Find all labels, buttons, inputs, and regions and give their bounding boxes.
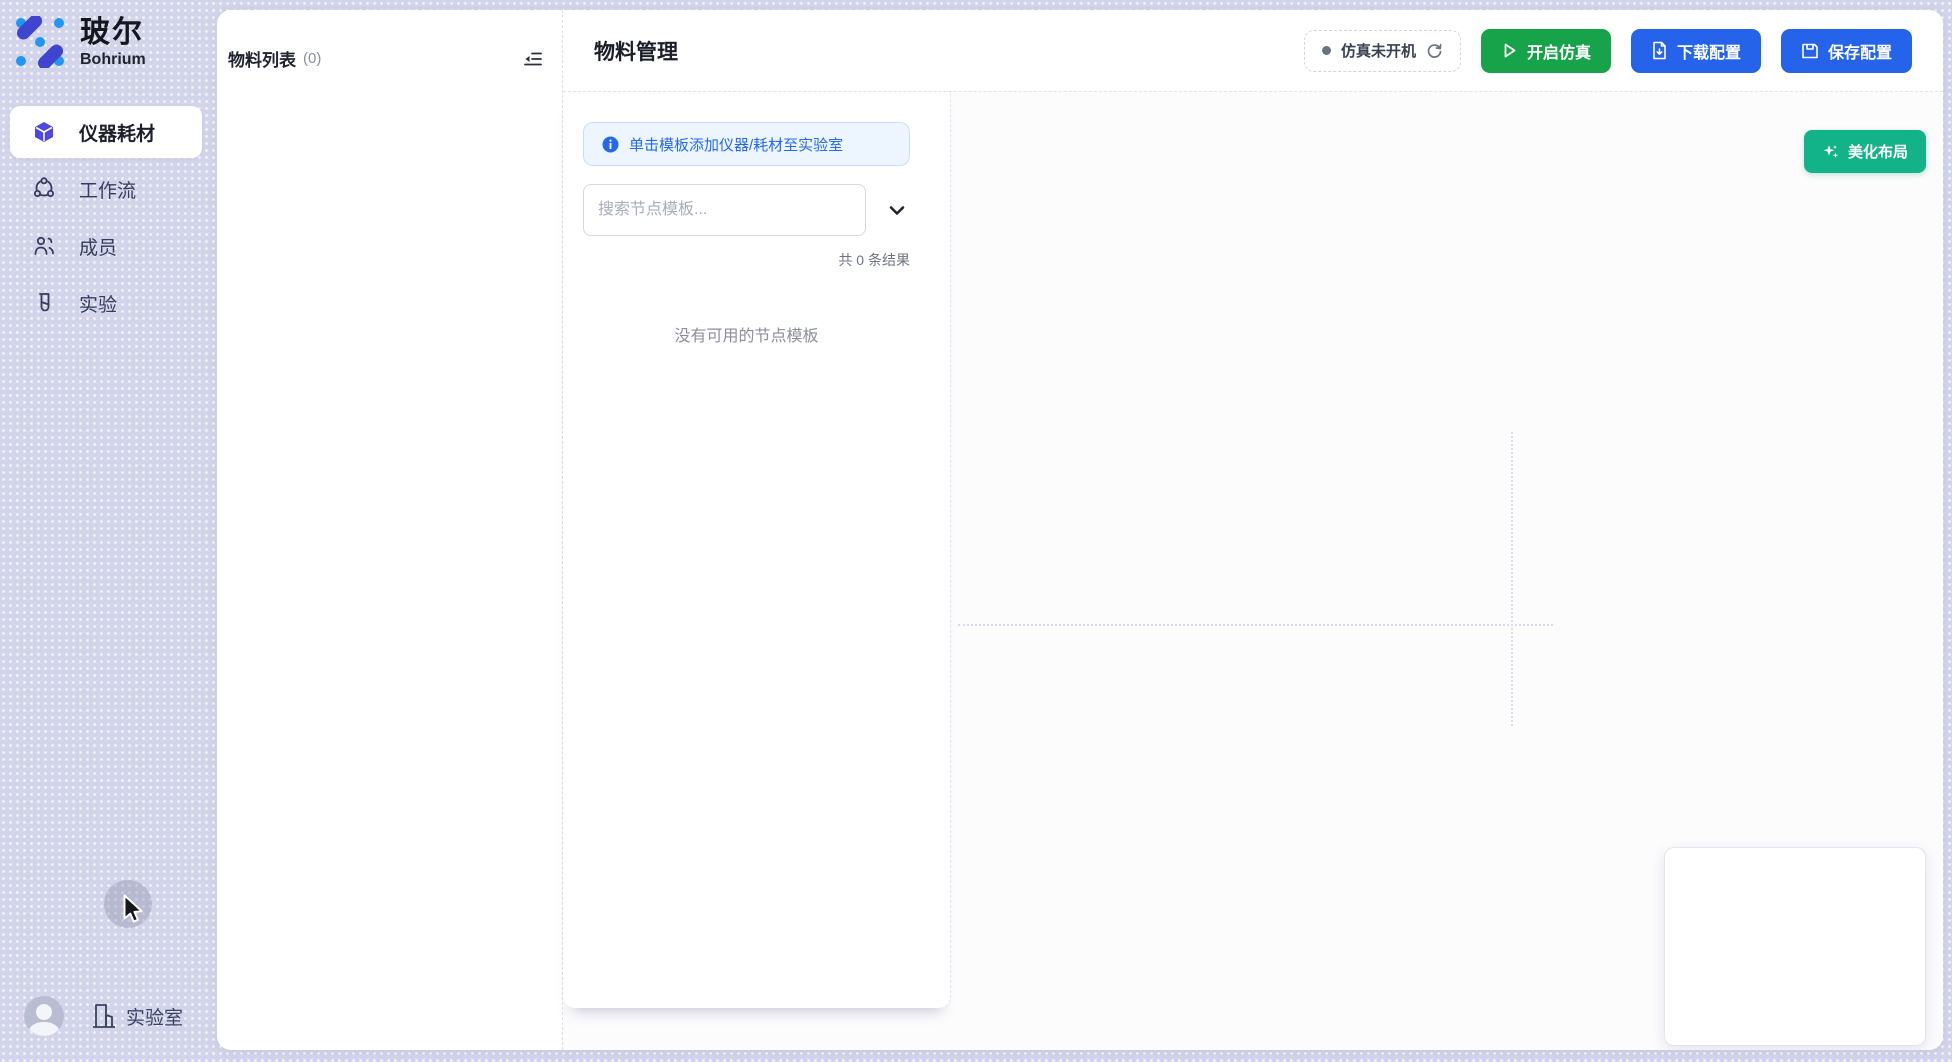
mouse-cursor (118, 893, 148, 927)
sidebar-item-label: 成员 (79, 233, 117, 260)
brand-name-en: Bohrium (80, 51, 146, 69)
status-dot-icon (1322, 46, 1331, 55)
template-hint-banner: 单击模板添加仪器/耗材至实验室 (583, 122, 910, 166)
sidebar-item-label: 仪器耗材 (79, 119, 155, 146)
template-search-input[interactable] (583, 184, 866, 236)
simulation-status-pill[interactable]: 仿真未开机 (1304, 30, 1461, 72)
brand-name-cn: 玻尔 (80, 16, 146, 50)
simulation-status-label: 仿真未开机 (1341, 40, 1416, 61)
avatar[interactable] (24, 996, 64, 1036)
file-download-icon (1651, 41, 1668, 60)
result-count: 共 0 条结果 (583, 250, 910, 270)
info-icon (602, 136, 619, 153)
main-container: 物料列表 (0) 物料管理 仿真未开机 (217, 10, 1943, 1050)
cube-icon (32, 120, 56, 144)
start-simulation-label: 开启仿真 (1527, 39, 1591, 63)
building-icon (92, 1003, 116, 1029)
download-config-button[interactable]: 下载配置 (1631, 29, 1761, 73)
canvas-guide-vertical (1511, 432, 1513, 726)
sidebar-nav: 仪器耗材 工作流 (0, 106, 217, 334)
materials-list-count: (0) (303, 50, 321, 67)
lab-switcher[interactable]: 实验室 (92, 1003, 183, 1030)
materials-list-title: 物料列表 (228, 46, 296, 71)
brand-text: 玻尔 Bohrium (80, 16, 146, 69)
materials-list-header: 物料列表 (0) (217, 10, 562, 71)
lab-label: 实验室 (126, 1003, 183, 1030)
sidebar-footer: 实验室 (0, 996, 217, 1036)
save-icon (1801, 42, 1819, 60)
canvas-minimap[interactable] (1664, 847, 1926, 1046)
bohrium-logo-icon (14, 16, 66, 68)
sidebar-item-label: 实验 (79, 290, 117, 317)
members-icon (32, 234, 56, 258)
sidebar-item-members[interactable]: 成员 (0, 220, 217, 272)
play-icon (1501, 42, 1518, 59)
collapse-panel-button[interactable] (522, 48, 544, 70)
download-config-label: 下载配置 (1677, 39, 1741, 63)
content-header: 物料管理 仿真未开机 开启仿真 (563, 10, 1943, 92)
save-config-button[interactable]: 保存配置 (1781, 29, 1912, 73)
sidebar-item-experiments[interactable]: 实验 (0, 277, 217, 329)
start-simulation-button[interactable]: 开启仿真 (1481, 29, 1611, 73)
materials-list-panel: 物料列表 (0) (217, 10, 563, 1050)
sidebar-item-workflow[interactable]: 工作流 (0, 163, 217, 215)
app-root: 玻尔 Bohrium 仪器耗材 (0, 0, 1952, 1062)
beautify-layout-label: 美化布局 (1848, 141, 1908, 162)
sidebar: 玻尔 Bohrium 仪器耗材 (0, 0, 217, 1062)
header-actions: 仿真未开机 开启仿真 (1304, 29, 1912, 73)
beautify-layout-button[interactable]: 美化布局 (1804, 130, 1926, 173)
template-search-row (583, 184, 910, 236)
sidebar-item-instruments[interactable]: 仪器耗材 (10, 106, 202, 158)
workflow-icon (32, 177, 56, 201)
refresh-icon[interactable] (1426, 42, 1443, 59)
sparkles-icon (1822, 143, 1840, 161)
node-template-panel: 单击模板添加仪器/耗材至实验室 共 0 条结果 没有可用的节点模板 (563, 92, 951, 1008)
sidebar-item-label: 工作流 (79, 176, 136, 203)
chevron-down-icon[interactable] (884, 197, 910, 223)
flow-canvas[interactable]: 单击模板添加仪器/耗材至实验室 共 0 条结果 没有可用的节点模板 (563, 92, 1943, 1050)
test-tube-icon (32, 291, 56, 315)
page-title: 物料管理 (594, 36, 678, 66)
canvas-guide-horizontal (958, 624, 1553, 626)
brand-logo: 玻尔 Bohrium (14, 16, 146, 69)
empty-template-message: 没有可用的节点模板 (583, 322, 910, 346)
template-hint-text: 单击模板添加仪器/耗材至实验室 (629, 134, 843, 155)
save-config-label: 保存配置 (1828, 39, 1892, 63)
